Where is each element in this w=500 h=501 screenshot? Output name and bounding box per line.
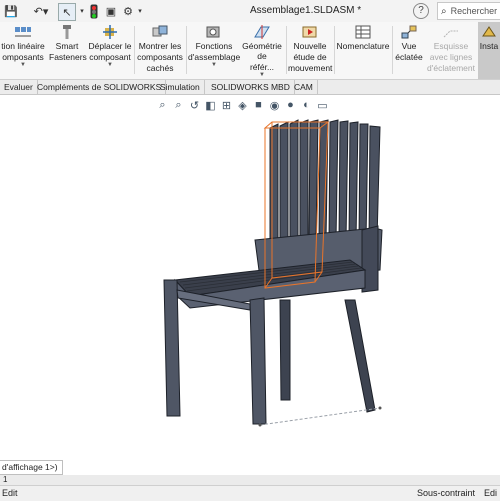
- search-icon: ⌕: [441, 5, 447, 17]
- rebuild-icon[interactable]: ▣: [104, 3, 118, 19]
- move-component-label: Déplacer le: [88, 41, 132, 51]
- ground-point: [378, 406, 382, 410]
- motion-study-label: Nouvelle: [293, 41, 327, 51]
- tab-cam[interactable]: CAM: [290, 80, 318, 94]
- instant3d-label: Insta: [479, 41, 499, 51]
- ribbon-separator: [134, 26, 135, 74]
- reference-geometry-label: Géométrie de: [242, 41, 282, 61]
- exploded-view-icon: [401, 25, 417, 39]
- search-input[interactable]: ⌕ Rechercher: [437, 2, 500, 20]
- options-icon[interactable]: ⚙: [121, 3, 135, 19]
- bill-of-materials-icon: [355, 25, 371, 39]
- assembly-features-label: Fonctions: [195, 41, 233, 51]
- ground-reference-line: [259, 407, 381, 426]
- explode-line-sketch-button: Esquisse avec lignes d'éclatement: [426, 22, 476, 79]
- status-editing-label: Edi: [484, 488, 498, 498]
- explode-line-sketch-label-3: d'éclatement: [427, 63, 475, 73]
- show-hidden-label: Montrer les: [138, 41, 182, 51]
- assembly-features-label-2: d'assemblage: [188, 52, 241, 62]
- move-component-label-2: composant: [89, 52, 131, 62]
- select-dropdown-icon[interactable]: ▾: [78, 3, 86, 19]
- motion-study-label-3: mouvement: [288, 63, 333, 73]
- undo-icon[interactable]: ↶▾: [30, 3, 52, 19]
- back-leg-right: [344, 299, 376, 413]
- smart-fasteners-label-2: Fasteners: [49, 52, 87, 62]
- save-icon[interactable]: 💾: [4, 3, 18, 19]
- explode-line-sketch-label: Esquisse: [433, 41, 469, 51]
- select-icon[interactable]: ↖: [58, 3, 76, 21]
- reference-geometry-button[interactable]: Géométrie de référ... ▼: [240, 22, 284, 79]
- explode-line-sketch-label-2: avec lignes: [429, 52, 473, 62]
- linear-pattern-button[interactable]: tion linéaire omposants ▼: [0, 22, 46, 79]
- fastener-icon: [63, 25, 71, 39]
- help-button[interactable]: ?: [413, 3, 429, 19]
- bill-of-materials-label: Nomenclature: [336, 41, 390, 51]
- ground-point: [258, 423, 262, 427]
- model-tabs: 1: [0, 475, 500, 485]
- front-leg-left: [163, 279, 181, 417]
- show-hidden-label-3: cachés: [146, 63, 174, 73]
- motion-study-icon: [302, 26, 317, 38]
- show-hidden-label-2: composants: [137, 52, 183, 62]
- display-state-label: d'affichage 1>): [0, 460, 63, 475]
- front-leg-right: [249, 297, 267, 425]
- move-component-icon: [103, 25, 117, 39]
- ribbon-separator: [334, 26, 335, 74]
- explode-line-sketch-icon: [443, 30, 458, 38]
- title-bar: 💾 ↶▾ ↖ ▾ ▣ ⚙ ▾ Assemblage1.SLDASM * ? ⌕ …: [0, 0, 500, 23]
- traffic-light-icon[interactable]: [90, 3, 98, 19]
- show-hidden-components-button[interactable]: Montrer les composants cachés: [136, 22, 184, 79]
- chevron-down-icon[interactable]: ▼: [188, 62, 240, 69]
- reference-geometry-icon: [254, 25, 270, 39]
- chair-model[interactable]: [150, 110, 390, 440]
- options-dropdown-icon[interactable]: ▾: [136, 3, 144, 19]
- smart-fasteners-label: Smart: [55, 41, 79, 51]
- back-leg-left: [279, 299, 291, 401]
- assembly-features-icon: [206, 26, 220, 38]
- exploded-view-button[interactable]: Vue éclatée: [394, 22, 424, 79]
- instant3d-button[interactable]: Insta: [478, 22, 500, 79]
- linear-pattern-icon: [15, 27, 31, 37]
- ribbon-separator: [186, 26, 187, 74]
- new-motion-study-button[interactable]: Nouvelle étude de mouvement: [288, 22, 332, 79]
- backrest-slats: [269, 119, 381, 243]
- tab-solidworks-addins[interactable]: Compléments de SOLIDWORKS: [33, 80, 167, 94]
- status-bar: Edit Sous-contraint Edi: [0, 485, 500, 501]
- command-manager-ribbon: tion linéaire omposants ▼ Smart Fastener…: [0, 22, 500, 80]
- show-hidden-icon: [152, 25, 168, 37]
- assembly-features-button[interactable]: Fonctions d'assemblage ▼: [188, 22, 240, 79]
- chevron-down-icon[interactable]: ▼: [0, 62, 46, 69]
- tab-solidworks-mbd[interactable]: SOLIDWORKS MBD: [207, 80, 295, 94]
- search-placeholder: Rechercher: [450, 6, 498, 16]
- bill-of-materials-button[interactable]: Nomenclature: [336, 22, 390, 79]
- command-tabs: Evaluer Compléments de SOLIDWORKS Simula…: [0, 80, 500, 95]
- exploded-view-label: Vue: [401, 41, 417, 51]
- document-title: Assemblage1.SLDASM *: [250, 5, 362, 16]
- ribbon-separator: [286, 26, 287, 74]
- linear-pattern-label-2: omposants: [2, 52, 44, 62]
- chevron-down-icon[interactable]: ▼: [240, 72, 284, 79]
- status-edit-label: Edit: [2, 488, 18, 498]
- instant3d-icon: [482, 26, 496, 37]
- linear-pattern-label: tion linéaire: [1, 41, 45, 51]
- exploded-view-label-2: éclatée: [395, 52, 423, 62]
- tab-simulation[interactable]: Simulation: [156, 80, 205, 94]
- reference-geometry-label-2: référ...: [249, 62, 275, 72]
- motion-study-label-2: étude de: [293, 52, 327, 62]
- chevron-down-icon[interactable]: ▼: [88, 62, 132, 69]
- ribbon-separator: [392, 26, 393, 74]
- smart-fasteners-button[interactable]: Smart Fasteners: [49, 22, 87, 79]
- move-component-button[interactable]: Déplacer le composant ▼: [88, 22, 132, 79]
- model-tab[interactable]: 1: [3, 475, 7, 484]
- status-constraint-label: Sous-contraint: [417, 488, 476, 498]
